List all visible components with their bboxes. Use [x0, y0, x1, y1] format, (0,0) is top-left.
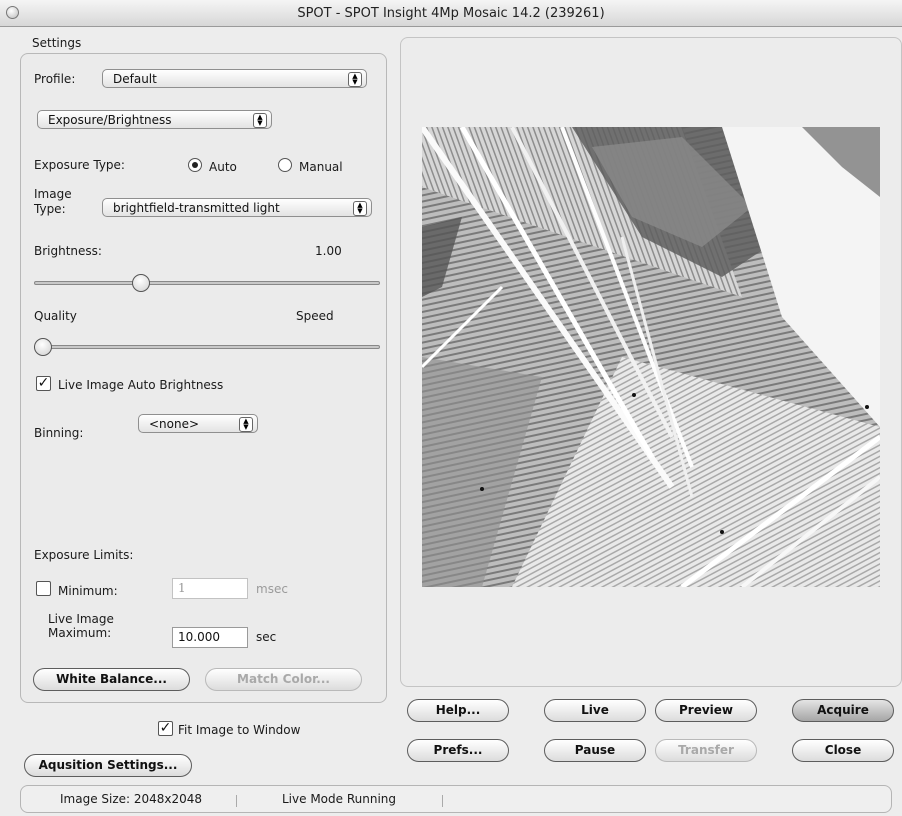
updown-arrows-icon: ▲ ▼: [239, 417, 253, 432]
settings-section-popup[interactable]: Exposure/Brightness ▲ ▼: [37, 110, 272, 129]
settings-section-value: Exposure/Brightness: [48, 113, 172, 127]
micrograph-graphic: [422, 127, 880, 587]
profile-label: Profile:: [34, 72, 76, 86]
quality-label: Quality: [34, 309, 77, 323]
updown-arrows-icon: ▲ ▼: [353, 201, 367, 216]
quality-speed-slider-knob[interactable]: [34, 338, 52, 356]
exposure-manual-radio[interactable]: [278, 158, 292, 172]
profile-value: Default: [113, 72, 157, 86]
title-bar: SPOT - SPOT Insight 4Mp Mosaic 14.2 (239…: [0, 0, 902, 27]
binning-value: <none>: [149, 417, 200, 431]
minimum-label: Minimum:: [58, 584, 118, 598]
image-type-label-line1: Image: [34, 187, 72, 201]
transfer-button[interactable]: Transfer: [655, 739, 757, 762]
status-mode: Live Mode Running: [282, 792, 396, 806]
live-auto-brightness-label: Live Image Auto Brightness: [58, 378, 224, 392]
minimum-unit: msec: [256, 582, 288, 596]
binning-label: Binning:: [34, 426, 84, 440]
match-color-button[interactable]: Match Color...: [205, 668, 362, 691]
close-button[interactable]: Close: [792, 739, 894, 762]
fit-image-checkbox[interactable]: ✓: [158, 721, 173, 736]
live-max-field[interactable]: 10.000: [172, 627, 248, 648]
fit-image-label: Fit Image to Window: [178, 723, 301, 737]
exposure-auto-label: Auto: [209, 160, 237, 174]
brightness-value: 1.00: [315, 244, 342, 258]
minimum-field[interactable]: 1: [172, 578, 248, 599]
preview-button[interactable]: Preview: [655, 699, 757, 722]
status-separator: [236, 795, 237, 807]
live-auto-brightness-checkbox[interactable]: ✓: [36, 376, 51, 391]
live-max-label-line2: Maximum:: [48, 626, 112, 640]
profile-popup[interactable]: Default ▲ ▼: [102, 69, 367, 88]
updown-arrows-icon: ▲ ▼: [253, 113, 267, 128]
image-type-label-line2: Type:: [34, 202, 66, 216]
minimum-checkbox[interactable]: [36, 581, 51, 596]
exposure-manual-label: Manual: [299, 160, 343, 174]
updown-arrows-icon: ▲ ▼: [348, 72, 362, 87]
help-button[interactable]: Help...: [407, 699, 509, 722]
micrograph-image: [422, 127, 880, 587]
speed-label: Speed: [296, 309, 334, 323]
white-balance-button[interactable]: White Balance...: [33, 668, 190, 691]
image-type-value: brightfield-transmitted light: [113, 201, 280, 215]
exposure-type-label: Exposure Type:: [34, 158, 125, 172]
pause-button[interactable]: Pause: [544, 739, 646, 762]
status-separator: [442, 795, 443, 807]
window-title: SPOT - SPOT Insight 4Mp Mosaic 14.2 (239…: [297, 6, 605, 21]
status-image-size: Image Size: 2048x2048: [60, 792, 203, 806]
image-type-popup[interactable]: brightfield-transmitted light ▲ ▼: [102, 198, 372, 217]
brightness-label: Brightness:: [34, 244, 102, 258]
acquisition-settings-button[interactable]: Aqusition Settings...: [24, 754, 192, 777]
live-max-unit: sec: [256, 630, 277, 644]
binning-popup[interactable]: <none> ▲ ▼: [138, 414, 258, 433]
prefs-button[interactable]: Prefs...: [407, 739, 509, 762]
exposure-limits-label: Exposure Limits:: [34, 548, 134, 562]
settings-group-title: Settings: [32, 36, 82, 50]
quality-speed-slider-track[interactable]: [34, 345, 380, 349]
acquire-button[interactable]: Acquire: [792, 699, 894, 722]
exposure-auto-radio[interactable]: [188, 158, 202, 172]
brightness-slider-track[interactable]: [34, 281, 380, 285]
live-button[interactable]: Live: [544, 699, 646, 722]
live-max-label-line1: Live Image: [48, 612, 114, 626]
